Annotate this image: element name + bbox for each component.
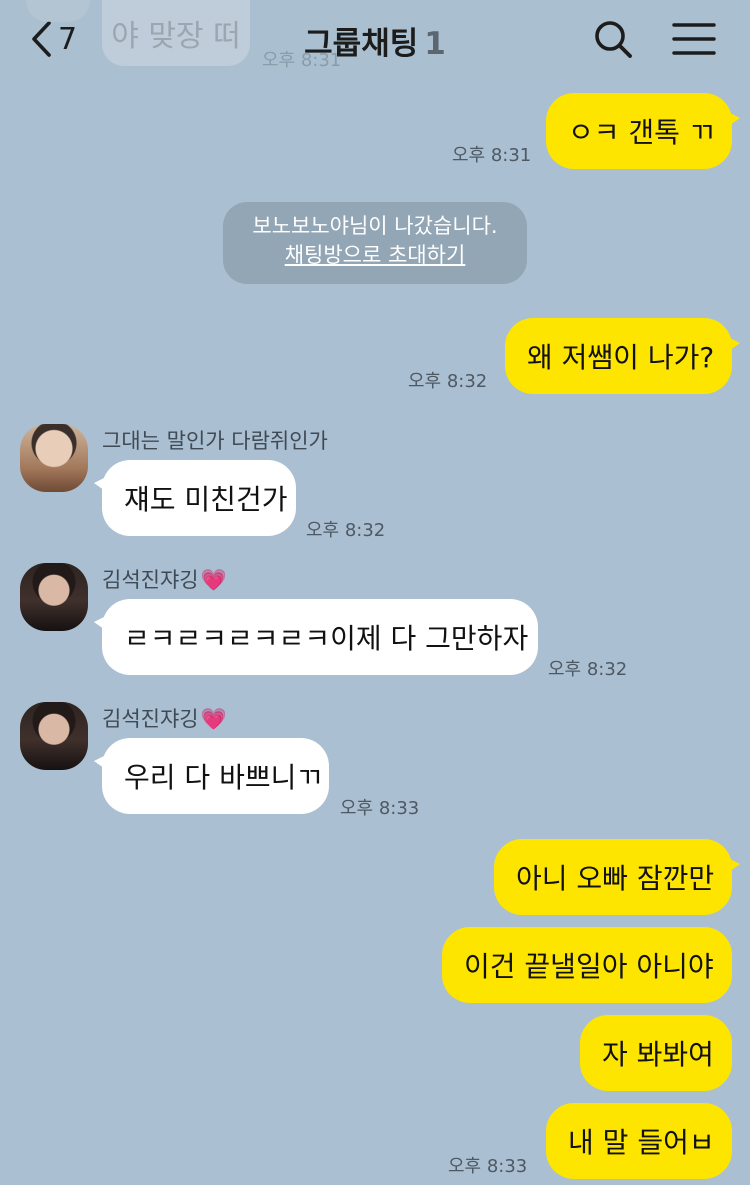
ghost-message-bubble: 야 맞장 떠 xyxy=(102,0,250,66)
avatar[interactable] xyxy=(20,702,88,770)
menu-button[interactable] xyxy=(670,16,718,62)
other-message-bubble[interactable]: 우리 다 바쁘니ㄲ xyxy=(94,738,329,814)
my-message-bubble[interactable]: 내 말 들어ㅂ xyxy=(546,1103,732,1179)
invite-link[interactable]: 채팅방으로 초대하기 xyxy=(223,241,527,270)
my-message-bubble[interactable]: 아니 오빠 잠깐만 xyxy=(494,839,740,915)
message-time: 오후 8:32 xyxy=(548,659,628,680)
heart-icon: 💗 xyxy=(200,707,227,731)
sender-name-row: 김석진쟈깅💗 xyxy=(102,564,227,594)
message-time: 오후 8:32 xyxy=(408,371,488,392)
my-message-bubble[interactable]: ㅇㅋ 갠톡 ㄲ xyxy=(546,93,740,169)
message-time: 오후 8:31 xyxy=(452,145,532,166)
sender-name-row: 김석진쟈깅💗 xyxy=(102,703,227,733)
system-notice-text: 보노보노야님이 나갔습니다. xyxy=(252,214,498,238)
my-message-bubble[interactable]: 왜 저쌤이 나가? xyxy=(505,318,740,394)
other-message-bubble[interactable]: ㄹㅋㄹㅋㄹㅋㄹㅋ이제 다 그만하자 xyxy=(94,599,538,675)
system-notice: 보노보노야님이 나갔습니다. 채팅방으로 초대하기 xyxy=(223,202,527,284)
message-time: 오후 8:33 xyxy=(448,1156,528,1177)
member-count: 1 xyxy=(424,26,446,62)
avatar[interactable] xyxy=(20,424,88,492)
other-message-bubble[interactable]: 쟤도 미친건가 xyxy=(94,460,296,536)
my-message-bubble[interactable]: 이건 끝낼일아 아니야 xyxy=(442,927,732,1003)
search-button[interactable] xyxy=(590,16,636,62)
message-time: 오후 8:32 xyxy=(306,520,386,541)
ghost-message-time: 오후 8:31 xyxy=(262,50,342,71)
heart-icon: 💗 xyxy=(200,568,227,592)
sender-name: 김석진쟈깅 xyxy=(102,707,199,731)
my-message-bubble[interactable]: 자 봐봐여 xyxy=(580,1015,732,1091)
menu-icon xyxy=(672,23,716,55)
message-time: 오후 8:33 xyxy=(340,798,420,819)
avatar[interactable] xyxy=(20,563,88,631)
sender-name: 그대는 말인가 다람쥐인가 xyxy=(102,429,328,453)
sender-name: 김석진쟈깅 xyxy=(102,568,199,592)
search-icon xyxy=(595,21,632,58)
